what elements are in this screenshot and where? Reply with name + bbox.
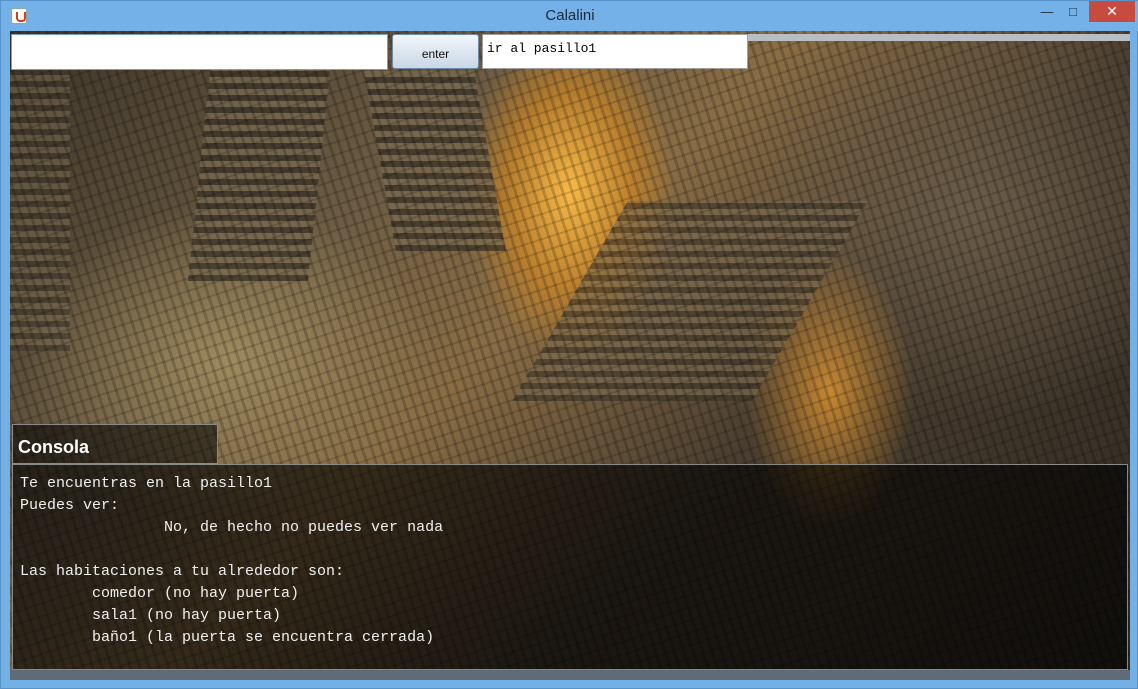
last-command-field[interactable]: ir al pasillo1: [482, 34, 748, 69]
console-output[interactable]: Te encuentras en la pasillo1 Puedes ver:…: [12, 464, 1128, 670]
game-area: enter ir al pasillo1 Consola Te encuentr…: [10, 31, 1130, 680]
enter-button[interactable]: enter: [392, 34, 479, 69]
app-window: Calalini — □ ✕ enter ir al pasillo1 Cons…: [0, 0, 1138, 689]
console-line: Puedes ver:: [20, 497, 120, 514]
console-line: comedor (no hay puerta): [20, 585, 300, 602]
console-line: Las habitaciones a tu alrededor son:: [20, 563, 345, 580]
minimize-icon[interactable]: —: [1034, 1, 1060, 22]
command-input[interactable]: [11, 34, 388, 70]
console-line: baño1 (la puerta se encuentra cerrada): [20, 629, 435, 646]
console-line: Te encuentras en la pasillo1: [20, 475, 273, 492]
console-line: sala1 (no hay puerta): [20, 607, 282, 624]
top-strip: [748, 34, 1130, 41]
console-line: No, de hecho no puedes ver nada: [20, 519, 444, 536]
maximize-icon[interactable]: □: [1060, 1, 1086, 22]
title-bar[interactable]: Calalini — □ ✕: [1, 1, 1138, 31]
window-title: Calalini: [545, 7, 595, 24]
console-title: Consola: [12, 424, 218, 464]
close-icon[interactable]: ✕: [1089, 1, 1135, 22]
bottom-bar: [10, 670, 1130, 680]
